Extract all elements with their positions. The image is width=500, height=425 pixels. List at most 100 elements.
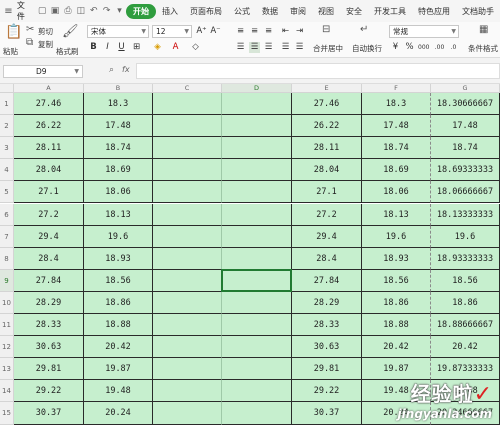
shrink-font-icon[interactable]: A⁻	[210, 26, 221, 37]
cell-c7[interactable]	[153, 225, 222, 248]
fill-color-icon[interactable]: ◈	[152, 42, 163, 53]
row-header[interactable]: 14	[0, 380, 14, 403]
cell-c15[interactable]	[153, 402, 222, 425]
percent-icon[interactable]: %	[404, 42, 415, 53]
tab-data[interactable]: 数据	[256, 4, 284, 19]
row-header[interactable]: 11	[0, 314, 14, 337]
cell-f12[interactable]: 20.42	[362, 336, 431, 359]
row-header[interactable]: 9	[0, 269, 14, 292]
cell-g5[interactable]: 18.06666667	[431, 181, 500, 204]
cell-a9[interactable]: 27.84	[14, 269, 84, 292]
formula-input[interactable]	[136, 63, 500, 79]
cell-e4[interactable]: 28.04	[292, 159, 362, 182]
fx-icon[interactable]: fx	[122, 65, 130, 74]
preview-icon[interactable]: ◫	[74, 6, 87, 16]
cell-e11[interactable]: 28.33	[292, 314, 362, 337]
font-size-select[interactable]: 12 ▼	[152, 25, 192, 38]
cell-a8[interactable]: 28.4	[14, 247, 84, 270]
cell-a2[interactable]: 26.22	[14, 115, 84, 138]
cell-g11[interactable]: 18.88666667	[431, 314, 500, 337]
column-header-f[interactable]: F	[362, 84, 431, 93]
format-painter-icon[interactable]: 🖌	[62, 24, 79, 39]
indent-decrease-icon[interactable]: ⇤	[280, 26, 291, 37]
cell-f4[interactable]: 18.69	[362, 159, 431, 182]
row-header[interactable]: 4	[0, 159, 14, 182]
wrap-text-icon[interactable]: ↵	[360, 24, 368, 35]
cell-f6[interactable]: 18.13	[362, 203, 431, 226]
grow-font-icon[interactable]: A⁺	[196, 26, 207, 37]
cell-c3[interactable]	[153, 137, 222, 160]
cell-e3[interactable]: 28.11	[292, 137, 362, 160]
cell-d9[interactable]	[222, 269, 292, 292]
increase-decimal-icon[interactable]: .00	[434, 42, 445, 53]
cell-e6[interactable]: 27.2	[292, 203, 362, 226]
cell-d11[interactable]	[222, 314, 292, 337]
cell-b8[interactable]: 18.93	[84, 247, 153, 270]
cell-a12[interactable]: 30.63	[14, 336, 84, 359]
font-color-icon[interactable]: A	[170, 42, 181, 53]
merge-center-icon[interactable]: ⊟	[322, 24, 330, 35]
wrap-text-button[interactable]: 自动换行	[352, 43, 382, 54]
undo-icon[interactable]: ↶	[87, 6, 100, 16]
zoom-icon[interactable]: ⌕	[109, 65, 114, 75]
cell-g6[interactable]: 18.13333333	[431, 203, 500, 226]
tab-doc-assistant[interactable]: 文档助手	[456, 4, 500, 19]
paste-icon[interactable]: 📋	[5, 24, 22, 40]
select-all-corner[interactable]	[0, 84, 14, 93]
column-header-b[interactable]: B	[84, 84, 153, 93]
cell-c12[interactable]	[153, 336, 222, 359]
cell-a6[interactable]: 27.2	[14, 203, 84, 226]
cell-b11[interactable]: 18.88	[84, 314, 153, 337]
row-header[interactable]: 2	[0, 115, 14, 138]
cell-a7[interactable]: 29.4	[14, 225, 84, 248]
tab-home[interactable]: 开始	[126, 3, 156, 19]
row-header[interactable]: 7	[0, 225, 14, 248]
borders-icon[interactable]: ⊞	[131, 42, 142, 53]
format-painter-button[interactable]: 格式刷	[56, 46, 79, 57]
cell-g7[interactable]: 19.6	[431, 225, 500, 248]
cell-a11[interactable]: 28.33	[14, 314, 84, 337]
row-header[interactable]: 8	[0, 247, 14, 270]
cell-f2[interactable]: 17.48	[362, 115, 431, 138]
row-header[interactable]: 1	[0, 93, 14, 116]
menu-icon[interactable]: ≡	[2, 6, 15, 17]
thousands-icon[interactable]: 000	[418, 42, 429, 53]
cell-g9[interactable]: 18.56	[431, 269, 500, 292]
column-header-d[interactable]: D	[222, 84, 292, 93]
copy-button[interactable]: 复制	[38, 39, 53, 50]
bold-button[interactable]: B	[88, 42, 99, 53]
open-icon[interactable]: ▣	[49, 6, 62, 16]
cell-g3[interactable]: 18.74	[431, 137, 500, 160]
number-format-select[interactable]: 常规 ▼	[389, 25, 459, 38]
column-header-e[interactable]: E	[292, 84, 362, 93]
currency-icon[interactable]: ¥	[390, 42, 401, 53]
cell-e9[interactable]: 27.84	[292, 269, 362, 292]
cell-b3[interactable]: 18.74	[84, 137, 153, 160]
tab-review[interactable]: 审阅	[284, 4, 312, 19]
row-header[interactable]: 5	[0, 181, 14, 204]
cell-b6[interactable]: 18.13	[84, 203, 153, 226]
cell-a10[interactable]: 28.29	[14, 291, 84, 314]
align-right-icon[interactable]: ☰	[263, 42, 274, 53]
cell-b15[interactable]: 20.24	[84, 402, 153, 425]
cell-g8[interactable]: 18.93333333	[431, 247, 500, 270]
cell-c8[interactable]	[153, 247, 222, 270]
row-header[interactable]: 13	[0, 358, 14, 381]
cell-c14[interactable]	[153, 380, 222, 403]
tab-view[interactable]: 视图	[312, 4, 340, 19]
cell-c4[interactable]	[153, 159, 222, 182]
cell-c1[interactable]	[153, 93, 222, 116]
italic-button[interactable]: I	[102, 42, 113, 53]
cell-a3[interactable]: 28.11	[14, 137, 84, 160]
cell-b7[interactable]: 19.6	[84, 225, 153, 248]
cell-c9[interactable]	[153, 269, 222, 292]
cell-c2[interactable]	[153, 115, 222, 138]
cell-b9[interactable]: 18.56	[84, 269, 153, 292]
cell-e10[interactable]: 28.29	[292, 291, 362, 314]
cell-d3[interactable]	[222, 137, 292, 160]
cell-f8[interactable]: 18.93	[362, 247, 431, 270]
cell-d6[interactable]	[222, 203, 292, 226]
cell-g13[interactable]: 19.87333333	[431, 358, 500, 381]
align-center-icon[interactable]: ☰	[249, 42, 260, 53]
cell-a1[interactable]: 27.46	[14, 93, 84, 116]
